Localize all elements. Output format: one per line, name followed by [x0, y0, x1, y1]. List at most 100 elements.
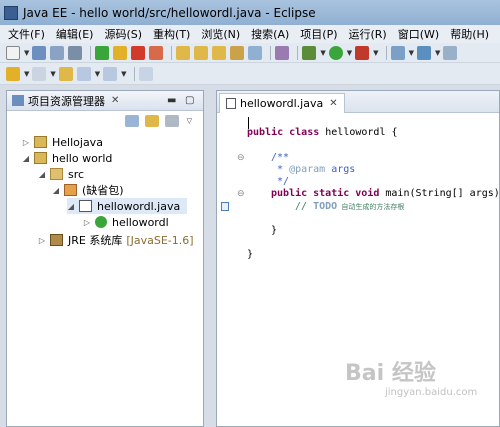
resume-icon[interactable]	[95, 45, 110, 60]
menu-help[interactable]: 帮助(H)	[450, 26, 489, 42]
editor-ruler	[217, 113, 233, 426]
close-icon[interactable]: ✕	[111, 95, 119, 106]
java-file-icon	[79, 200, 92, 212]
package-icon	[64, 184, 77, 196]
code-line-class-decl[interactable]: public class hellowordl {	[247, 127, 398, 138]
new-file-icon[interactable]	[6, 45, 20, 60]
dropdown-arrow-icon[interactable]: ▼	[409, 49, 414, 57]
code-line-main-decl[interactable]: public static void main(String[] args) {	[271, 188, 500, 199]
code-line-method-close[interactable]: }	[271, 225, 277, 236]
project-explorer-title: 项目资源管理器	[28, 94, 105, 108]
dropdown-arrow-icon[interactable]: ▼	[50, 70, 55, 78]
dropdown-arrow-icon[interactable]: ▼	[24, 70, 29, 78]
code-line-javadoc-open[interactable]: /**	[271, 152, 289, 163]
view-menu-arrow-icon[interactable]: ▽	[187, 117, 192, 125]
dropdown-arrow-icon[interactable]: ▼	[24, 49, 29, 57]
dropdown-arrow-icon[interactable]: ▼	[95, 70, 100, 78]
baidu-watermark: Bai 经验 jingyan.baidu.com	[345, 355, 495, 415]
print-icon[interactable]	[68, 45, 83, 60]
project-folder-icon	[34, 152, 47, 164]
dropdown-arrow-icon[interactable]: ▼	[121, 70, 126, 78]
step-into-icon[interactable]	[176, 45, 191, 60]
link-with-editor-icon[interactable]	[144, 115, 159, 127]
save-all-icon[interactable]	[50, 45, 65, 60]
tree-item-jre-library[interactable]: ▷ JRE 系统库 [JavaSE-1.6]	[38, 232, 194, 248]
minimize-icon[interactable]: ▬	[167, 95, 176, 106]
java-file-icon	[226, 98, 236, 109]
tree-item-src[interactable]: ◢ src	[38, 166, 84, 182]
terminate-icon[interactable]	[131, 45, 146, 60]
code-line-todo[interactable]: // TODO 自动生成的方法存根	[295, 201, 404, 212]
watermark-brand: Bai 经验	[345, 361, 436, 386]
step-return-icon[interactable]	[212, 45, 227, 60]
collapse-icon[interactable]: ◢	[38, 170, 46, 179]
back-icon[interactable]	[76, 66, 91, 81]
fold-icon[interactable]: ⊖	[237, 189, 245, 199]
tree-item-hello-world[interactable]: ◢ hello world	[22, 150, 112, 166]
next-annotation-icon[interactable]	[6, 66, 20, 81]
dropdown-arrow-icon[interactable]: ▼	[320, 49, 325, 57]
main-toolbar: ▼ ▼ ▼ ▼ ▼ ▼	[0, 43, 500, 63]
view-menu-icon[interactable]	[164, 115, 179, 127]
external-tools-icon[interactable]	[355, 45, 370, 60]
eclipse-app-icon	[4, 5, 18, 20]
close-icon[interactable]: ✕	[329, 98, 337, 109]
suspend-icon[interactable]	[113, 45, 128, 60]
pin-editor-icon[interactable]	[138, 66, 153, 81]
tree-item-hellowordl-class[interactable]: ▷ hellowordl	[83, 214, 169, 230]
collapse-icon[interactable]: ◢	[52, 186, 60, 195]
collapse-icon[interactable]: ◢	[67, 202, 75, 211]
fold-icon[interactable]: ⊖	[237, 153, 245, 163]
editor-tabbar: hellowordl.java ✕	[217, 91, 499, 113]
run-icon[interactable]	[328, 45, 343, 60]
expand-icon[interactable]: ▷	[83, 218, 91, 227]
menu-edit[interactable]: 编辑(E)	[56, 26, 94, 42]
watermark-url: jingyan.baidu.com	[385, 387, 478, 398]
dropdown-arrow-icon[interactable]: ▼	[435, 49, 440, 57]
step-over-icon[interactable]	[194, 45, 209, 60]
expand-icon[interactable]: ▷	[38, 236, 46, 245]
forward-icon[interactable]	[103, 66, 118, 81]
tree-item-hellojava[interactable]: ▷ Hellojava	[22, 134, 103, 150]
disconnect-icon[interactable]	[149, 45, 164, 60]
use-step-filters-icon[interactable]	[248, 45, 263, 60]
debug-icon[interactable]	[302, 45, 317, 60]
task-marker-icon[interactable]	[221, 202, 229, 211]
skip-breakpoints-icon[interactable]	[275, 45, 290, 60]
class-icon	[95, 216, 107, 228]
code-line-javadoc-close[interactable]: */	[271, 176, 289, 187]
previous-annotation-icon[interactable]	[32, 66, 47, 81]
menu-project[interactable]: 项目(P)	[300, 26, 337, 42]
collapse-icon[interactable]: ◢	[22, 154, 30, 163]
collapse-all-icon[interactable]	[124, 115, 139, 127]
maximize-icon[interactable]: ▢	[185, 95, 194, 106]
window-title: Java EE - hello world/src/hellowordl.jav…	[23, 5, 316, 20]
code-line-class-close[interactable]: }	[247, 249, 253, 260]
project-explorer-toolbar: ▽	[7, 111, 203, 131]
tree-item-default-package[interactable]: ◢ (缺省包)	[52, 182, 124, 198]
tree-item-hellowordl-java[interactable]: ◢ hellowordl.java	[67, 198, 187, 214]
menu-search[interactable]: 搜索(A)	[251, 26, 289, 42]
menu-navigate[interactable]: 浏览(N)	[201, 26, 240, 42]
library-icon	[50, 234, 63, 246]
dropdown-arrow-icon[interactable]: ▼	[347, 49, 352, 57]
drop-to-frame-icon[interactable]	[230, 45, 245, 60]
save-icon[interactable]	[32, 45, 47, 60]
menu-file[interactable]: 文件(F)	[8, 26, 45, 42]
new-java-project-icon[interactable]	[390, 45, 405, 60]
project-explorer-icon	[12, 95, 24, 106]
project-explorer-tab[interactable]: 项目资源管理器 ✕ ▬ ▢	[7, 91, 203, 111]
last-edit-location-icon[interactable]	[58, 66, 73, 81]
open-type-icon[interactable]	[443, 45, 458, 60]
new-package-icon[interactable]	[416, 45, 431, 60]
secondary-toolbar: ▼ ▼ ▼ ▼	[0, 63, 500, 85]
code-line-javadoc-param[interactable]: * @param args	[271, 164, 355, 175]
menu-refactor[interactable]: 重构(T)	[153, 26, 190, 42]
menu-window[interactable]: 窗口(W)	[398, 26, 439, 42]
menu-source[interactable]: 源码(S)	[104, 26, 142, 42]
editor-tab-hellowordl[interactable]: hellowordl.java ✕	[219, 93, 345, 113]
dropdown-arrow-icon[interactable]: ▼	[373, 49, 378, 57]
menu-run[interactable]: 运行(R)	[349, 26, 387, 42]
expand-icon[interactable]: ▷	[22, 138, 30, 147]
window-titlebar: Java EE - hello world/src/hellowordl.jav…	[0, 0, 500, 25]
